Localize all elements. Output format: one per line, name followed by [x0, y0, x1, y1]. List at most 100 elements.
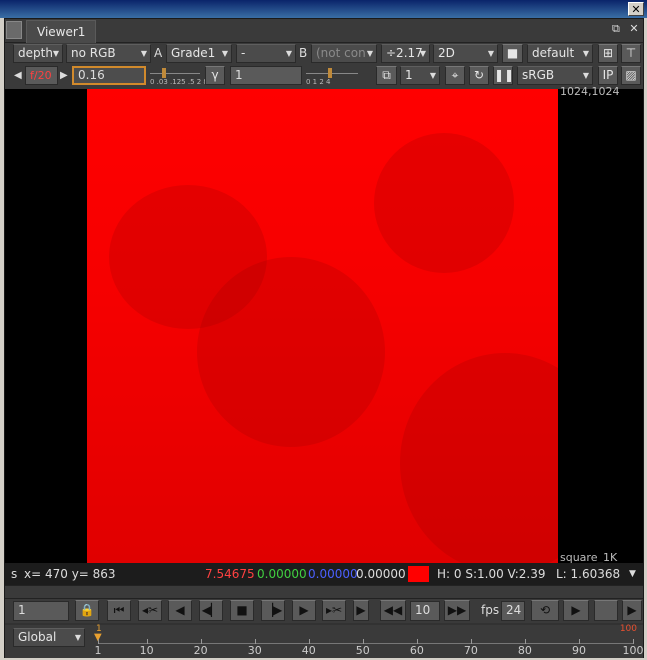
- skip-frames-input[interactable]: 10: [410, 601, 440, 621]
- node-graph-button[interactable]: ⊞: [598, 44, 618, 63]
- a-input-dropdown[interactable]: Grade1 ▼: [166, 44, 232, 63]
- luminance-readout: L: 1.60368: [556, 567, 621, 581]
- timeline-tick-label: 10: [139, 644, 154, 657]
- hierarchy-icon: ⊤: [625, 46, 637, 60]
- proxy-toggle-button[interactable]: ⧉: [376, 66, 397, 85]
- lock-icon: 🔒: [79, 603, 95, 617]
- play-forward-icon: ▕▶: [263, 603, 283, 617]
- zoom-dropdown[interactable]: ÷2.17 ▼: [381, 44, 430, 63]
- gain-slider-track: [150, 73, 200, 74]
- flipbook-icon: ▶: [571, 603, 581, 617]
- first-frame-button[interactable]: ⏮: [107, 600, 131, 621]
- prev-frame-button[interactable]: ◀: [168, 600, 192, 621]
- colorspace-value: sRGB: [522, 68, 555, 82]
- ip-button[interactable]: IP: [598, 66, 618, 85]
- float-panel-icon[interactable]: ⧉: [612, 22, 620, 35]
- last-frame-button[interactable]: ▶: [353, 600, 369, 621]
- prev-keyframe-button[interactable]: ◂✂: [138, 600, 162, 621]
- skip-to-end-icon: ▶: [356, 603, 366, 617]
- rgb-channel-value: no RGB: [71, 46, 116, 60]
- play-backward-button[interactable]: ◀▏: [199, 600, 223, 621]
- chevron-down-icon: ▼: [419, 49, 426, 58]
- close-panel-icon[interactable]: ✕: [629, 22, 638, 35]
- blank-button[interactable]: [594, 600, 618, 621]
- camera-button[interactable]: ■: [502, 44, 523, 63]
- stop-button[interactable]: ■: [230, 600, 254, 621]
- status-prefix: s: [11, 567, 18, 581]
- skip-back-button[interactable]: ◀◀: [380, 600, 406, 621]
- chevron-down-icon: ▼: [429, 71, 436, 80]
- stop-icon: ■: [236, 603, 248, 617]
- pause-icon: ❚❚: [494, 68, 515, 82]
- timeline-tick-label: 90: [571, 644, 586, 657]
- out-point-label: 100: [619, 624, 637, 634]
- current-frame-input[interactable]: 1: [13, 601, 69, 621]
- lut-preset-value: default: [532, 46, 575, 60]
- timeline-tick-label: 60: [409, 644, 424, 657]
- gamma-slider[interactable]: 0 1 2 4: [306, 66, 358, 86]
- timeline-tick-label: 30: [247, 644, 262, 657]
- gamma-slider-ticks: 0 1 2 4: [306, 78, 331, 86]
- compare-mode-value: -: [241, 46, 246, 60]
- chevron-down-icon: ▼: [582, 49, 589, 58]
- hsv-readout: H: 0 S:1.00 V:2.39: [437, 567, 546, 581]
- checkerboard-button[interactable]: ▨: [621, 66, 641, 85]
- rgb-channel-dropdown[interactable]: no RGB ▼: [66, 44, 151, 63]
- fps-input[interactable]: 24: [501, 601, 525, 621]
- b-input-value: (not con: [316, 46, 366, 60]
- audio-button[interactable]: ▶: [622, 600, 642, 621]
- chevron-down-icon: ▼: [74, 633, 81, 642]
- skip-forward-button[interactable]: ▶▶: [444, 600, 470, 621]
- timeline-tick-label: 70: [463, 644, 478, 657]
- next-keyframe-button[interactable]: ▸✂: [322, 600, 346, 621]
- timeline-tick-label: 50: [355, 644, 370, 657]
- panel-menu-button[interactable]: [6, 21, 22, 39]
- window-close-button[interactable]: ✕: [628, 2, 644, 16]
- step-back-icon: ◀: [175, 603, 185, 617]
- roi-button[interactable]: ⌖: [445, 66, 465, 85]
- refresh-button[interactable]: ↻: [469, 66, 489, 85]
- lock-button[interactable]: 🔒: [75, 600, 99, 621]
- status-menu-icon[interactable]: ▼: [629, 563, 636, 585]
- flipbook-button[interactable]: ▶: [563, 600, 589, 621]
- gamma-input[interactable]: 1: [230, 66, 302, 85]
- chevron-down-icon: ▼: [487, 49, 494, 58]
- rewind-icon: ◀◀: [383, 603, 403, 617]
- frame-field[interactable]: f/20: [25, 66, 58, 85]
- zoom-value: ÷2.17: [386, 46, 423, 60]
- a-input-value: Grade1: [171, 46, 216, 60]
- loop-mode-button[interactable]: ⟲: [531, 600, 559, 621]
- skip-to-start-icon: ⏮: [113, 603, 125, 617]
- gamma-slider-knob[interactable]: [328, 68, 332, 78]
- color-swatch: [408, 566, 429, 582]
- proxy-dropdown[interactable]: 1 ▼: [400, 66, 440, 85]
- tab-viewer1[interactable]: Viewer1: [26, 20, 96, 43]
- blue-value: 0.00000: [308, 567, 358, 581]
- pause-button[interactable]: ❚❚: [493, 66, 515, 85]
- chevron-down-icon: ▼: [52, 49, 59, 58]
- gain-slider[interactable]: 0 .03 .125 .5 2 8 32: [150, 66, 219, 86]
- timeline-tick-label: 100: [622, 644, 644, 657]
- gain-input[interactable]: 0.16: [72, 66, 146, 85]
- timeline-scope-dropdown[interactable]: Global ▼: [13, 628, 85, 647]
- step-forward-icon: ▶: [299, 603, 309, 617]
- b-input-dropdown[interactable]: (not con ▼: [311, 44, 377, 63]
- play-backward-icon: ◀▏: [201, 603, 221, 617]
- timeline-ruler[interactable]: 1 ▼ 100 1 10 20 30 40 50 60 70 80 90 100: [94, 624, 644, 657]
- gain-slider-knob[interactable]: [162, 68, 166, 78]
- next-frame-arrow-icon[interactable]: ▶: [60, 66, 68, 85]
- lut-preset-dropdown[interactable]: default ▼: [527, 44, 593, 63]
- compare-mode-dropdown[interactable]: - ▼: [236, 44, 296, 63]
- play-forward-button[interactable]: ▕▶: [261, 600, 285, 621]
- chevron-down-icon: ▼: [221, 49, 228, 58]
- next-frame-button[interactable]: ▶: [292, 600, 316, 621]
- channel-set-dropdown[interactable]: depth ▼: [13, 44, 63, 63]
- hierarchy-button[interactable]: ⊤: [621, 44, 641, 63]
- resolution-label: 1024,1024: [560, 85, 620, 98]
- view-mode-dropdown[interactable]: 2D ▼: [433, 44, 498, 63]
- refresh-icon: ↻: [473, 68, 485, 82]
- circle-shape: [197, 257, 385, 447]
- prev-frame-arrow-icon[interactable]: ◀: [14, 66, 22, 85]
- chevron-down-icon: ▼: [582, 71, 589, 80]
- colorspace-dropdown[interactable]: sRGB ▼: [517, 66, 593, 85]
